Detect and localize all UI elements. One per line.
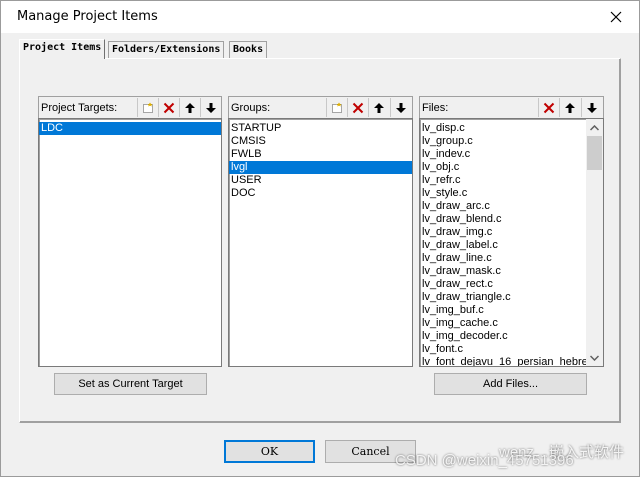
group-list-item[interactable]: DOC — [229, 187, 412, 200]
chevron-up-icon — [590, 124, 599, 131]
move-target-up-button[interactable] — [179, 98, 199, 117]
move-target-down-button[interactable] — [200, 98, 220, 117]
file-list-item[interactable]: lv_disp.c — [420, 122, 586, 135]
group-list-item[interactable]: USER — [229, 174, 412, 187]
new-item-icon — [142, 102, 153, 113]
groups-pane: Groups: STARTUP CMSIS FWLB lvgl USER DOC — [228, 96, 413, 367]
move-file-up-button[interactable] — [559, 98, 579, 117]
arrow-down-icon — [205, 102, 216, 113]
target-list-item[interactable]: LDC — [39, 122, 221, 135]
close-button[interactable] — [593, 1, 639, 32]
file-list-item[interactable]: lv_refr.c — [420, 174, 586, 187]
delete-icon — [352, 102, 363, 113]
group-list-item[interactable]: lvgl — [229, 161, 412, 174]
set-current-target-button[interactable]: Set as Current Target — [54, 373, 207, 395]
delete-group-button[interactable] — [347, 98, 367, 117]
tab-books[interactable]: Books — [229, 41, 268, 58]
csdn-watermark: CSDN @weixin_45751396 — [395, 452, 574, 469]
file-list-item[interactable]: lv_draw_label.c — [420, 239, 586, 252]
delete-icon — [163, 102, 174, 113]
close-icon — [610, 11, 622, 22]
move-group-down-button[interactable] — [390, 98, 410, 117]
file-list-item[interactable]: lv_group.c — [420, 135, 586, 148]
groups-list[interactable]: STARTUP CMSIS FWLB lvgl USER DOC — [228, 118, 413, 367]
move-file-down-button[interactable] — [581, 98, 601, 117]
files-label: Files: — [422, 102, 449, 114]
file-list-item[interactable]: lv_font.c — [420, 343, 586, 356]
file-list-item[interactable]: lv_font_dejavu_16_persian_hebrew.c — [420, 356, 586, 366]
arrow-up-icon — [373, 102, 384, 113]
project-targets-label: Project Targets: — [41, 102, 118, 114]
delete-file-button[interactable] — [538, 98, 558, 117]
arrow-down-icon — [586, 102, 597, 113]
group-list-item[interactable]: FWLB — [229, 148, 412, 161]
delete-icon — [543, 102, 554, 113]
new-item-icon — [331, 102, 342, 113]
file-list-item[interactable]: lv_draw_blend.c — [420, 213, 586, 226]
tab-folders-extensions[interactable]: Folders/Extensions — [108, 41, 225, 58]
file-list-item[interactable]: lv_img_cache.c — [420, 317, 586, 330]
new-group-button[interactable] — [326, 98, 346, 117]
add-files-button[interactable]: Add Files... — [434, 373, 587, 395]
files-header: Files: — [419, 96, 604, 118]
project-targets-header: Project Targets: — [38, 96, 222, 118]
group-list-item[interactable]: CMSIS — [229, 135, 412, 148]
file-list-item[interactable]: lv_obj.c — [420, 161, 586, 174]
move-group-up-button[interactable] — [368, 98, 388, 117]
scroll-thumb[interactable] — [587, 136, 602, 170]
delete-target-button[interactable] — [158, 98, 178, 117]
title-bar[interactable]: Manage Project Items — [1, 1, 639, 33]
groups-header: Groups: — [228, 96, 413, 118]
groups-label: Groups: — [231, 102, 271, 114]
file-list-item[interactable]: lv_draw_rect.c — [420, 278, 586, 291]
arrow-up-icon — [184, 102, 195, 113]
ok-button[interactable]: OK — [224, 440, 315, 463]
file-list-item[interactable]: lv_draw_arc.c — [420, 200, 586, 213]
file-list-item[interactable]: lv_draw_img.c — [420, 226, 586, 239]
tab-project-items[interactable]: Project Items — [19, 39, 106, 59]
manage-project-items-dialog: Manage Project Items Project Items Folde… — [0, 0, 640, 477]
scroll-up-button[interactable] — [586, 119, 603, 136]
project-targets-pane: Project Targets: LDC — [38, 96, 222, 367]
file-list-item[interactable]: lv_draw_line.c — [420, 252, 586, 265]
file-list-item[interactable]: lv_draw_mask.c — [420, 265, 586, 278]
files-list[interactable]: lv_disp.c lv_group.c lv_indev.c lv_obj.c lv_… — [419, 118, 604, 367]
file-list-item[interactable]: lv_img_decoder.c — [420, 330, 586, 343]
file-list-item[interactable]: lv_style.c — [420, 187, 586, 200]
arrow-up-icon — [564, 102, 575, 113]
window-title: Manage Project Items — [17, 9, 158, 24]
chevron-down-icon — [590, 354, 599, 361]
file-list-item[interactable]: lv_img_buf.c — [420, 304, 586, 317]
scroll-down-button[interactable] — [586, 349, 603, 366]
new-target-button[interactable] — [137, 98, 157, 117]
files-pane: Files: lv_disp.c lv_group.c lv_indev.c lv_o… — [419, 96, 604, 367]
project-targets-list[interactable]: LDC — [38, 118, 222, 367]
file-list-item[interactable]: lv_indev.c — [420, 148, 586, 161]
arrow-down-icon — [395, 102, 406, 113]
files-scrollbar[interactable] — [586, 119, 603, 366]
file-list-item[interactable]: lv_draw_triangle.c — [420, 291, 586, 304]
group-list-item[interactable]: STARTUP — [229, 122, 412, 135]
